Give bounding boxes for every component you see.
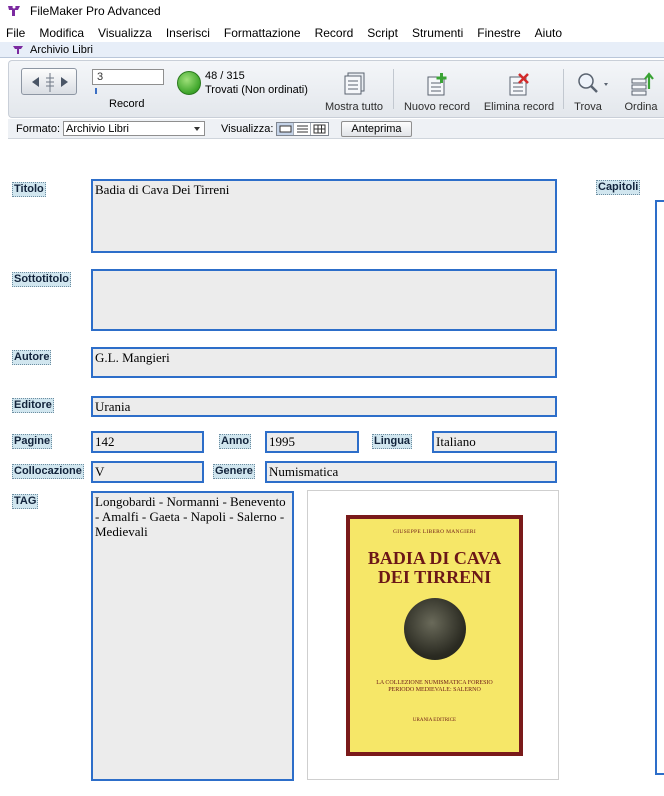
delete-record-icon bbox=[505, 71, 533, 97]
layout-dropdown-value: Archivio Libri bbox=[66, 122, 129, 135]
filemaker-app-icon bbox=[6, 3, 22, 19]
book-cover-image: GIUSEPPE LIBERO MANGIERI BADIA DI CAVA D… bbox=[346, 515, 523, 756]
current-record-input[interactable] bbox=[92, 69, 164, 85]
field-collocazione[interactable]: V bbox=[91, 461, 204, 483]
field-sottotitolo[interactable] bbox=[91, 269, 557, 331]
menu-script[interactable]: Script bbox=[360, 26, 405, 40]
list-view-icon bbox=[297, 125, 309, 132]
menu-modifica[interactable]: Modifica bbox=[32, 26, 91, 40]
menu-bar: File Modifica Visualizza Inserisci Forma… bbox=[0, 23, 664, 43]
sort-icon bbox=[627, 71, 655, 97]
show-all-button[interactable]: Mostra tutto bbox=[319, 65, 389, 115]
coin-image bbox=[403, 598, 466, 660]
find-button[interactable]: Trova bbox=[565, 65, 611, 115]
chevron-down-icon bbox=[194, 126, 201, 131]
show-all-icon bbox=[340, 71, 368, 97]
window-titlebar: Archivio Libri bbox=[0, 42, 664, 58]
menu-strumenti[interactable]: Strumenti bbox=[405, 26, 470, 40]
sort-button[interactable]: Ordina bbox=[617, 65, 664, 115]
field-pagine[interactable]: 142 bbox=[91, 431, 204, 453]
format-label: Formato: bbox=[16, 122, 61, 135]
find-label: Trova bbox=[574, 101, 602, 113]
new-record-button[interactable]: Nuovo record bbox=[399, 65, 475, 115]
found-status: Trovati (Non ordinati) bbox=[205, 84, 308, 96]
form-view-icon bbox=[279, 125, 292, 132]
show-all-label: Mostra tutto bbox=[324, 101, 384, 113]
found-count: 48 / 315 bbox=[205, 70, 245, 82]
app-title: FileMaker Pro Advanced bbox=[30, 4, 161, 18]
view-label: Visualizza: bbox=[221, 122, 274, 135]
field-tag[interactable]: Longobardi - Normanni - Benevento - Amal… bbox=[91, 491, 294, 781]
menu-formattazione[interactable]: Formattazione bbox=[217, 26, 308, 40]
cover-subtitle-line2: PERIODO MEDIEVALE: SALERNO bbox=[388, 687, 481, 693]
layout-bar: Formato: Archivio Libri Visualizza: Ante… bbox=[8, 119, 664, 139]
sort-label: Ordina bbox=[624, 101, 658, 113]
app-titlebar: FileMaker Pro Advanced bbox=[0, 0, 664, 22]
field-lingua[interactable]: Italiano bbox=[432, 431, 557, 453]
view-as-table-button[interactable] bbox=[311, 122, 329, 135]
field-autore[interactable]: G.L. Mangieri bbox=[91, 347, 557, 378]
label-sottotitolo: Sottotitolo bbox=[12, 272, 71, 287]
book-cover-inner: GIUSEPPE LIBERO MANGIERI BADIA DI CAVA D… bbox=[350, 519, 519, 752]
table-view-icon bbox=[313, 124, 326, 133]
toolbar-separator bbox=[563, 69, 564, 109]
view-as-list-button[interactable] bbox=[294, 122, 312, 135]
view-as-form-button[interactable] bbox=[277, 122, 295, 135]
label-tag: TAG bbox=[12, 494, 39, 509]
view-as-group bbox=[276, 121, 330, 136]
label-collocazione: Collocazione bbox=[12, 464, 84, 479]
new-record-icon bbox=[423, 71, 451, 97]
label-capitoli: Capitoli bbox=[596, 180, 641, 195]
menu-record[interactable]: Record bbox=[308, 26, 361, 40]
new-record-label: Nuovo record bbox=[403, 101, 471, 113]
label-autore: Autore bbox=[12, 350, 52, 365]
found-set-pie-icon bbox=[177, 71, 201, 95]
menu-aiuto[interactable]: Aiuto bbox=[528, 26, 569, 40]
layout-dropdown[interactable]: Archivio Libri bbox=[63, 121, 206, 136]
field-genere[interactable]: Numismatica bbox=[265, 461, 557, 483]
label-lingua: Lingua bbox=[372, 434, 413, 449]
delete-record-button[interactable]: Elimina record bbox=[479, 65, 559, 115]
menu-visualizza[interactable]: Visualizza bbox=[91, 26, 159, 40]
cover-title-line1: BADIA DI CAVA bbox=[367, 548, 502, 568]
cover-subtitle-line1: LA COLLEZIONE NUMISMATICA FORESIO bbox=[376, 680, 493, 686]
field-anno[interactable]: 1995 bbox=[265, 431, 359, 453]
delete-record-label: Elimina record bbox=[483, 101, 555, 113]
status-toolbar: Record 48 / 315 Trovati (Non ordinati) M… bbox=[8, 60, 664, 118]
capitoli-portal[interactable] bbox=[655, 200, 664, 775]
field-titolo[interactable]: Badia di Cava Dei Tirreni bbox=[91, 179, 557, 253]
label-anno: Anno bbox=[219, 434, 252, 449]
menu-finestre[interactable]: Finestre bbox=[470, 26, 527, 40]
menu-file[interactable]: File bbox=[0, 26, 32, 40]
menu-inserisci[interactable]: Inserisci bbox=[159, 26, 217, 40]
magnifier-icon bbox=[574, 71, 608, 97]
label-pagine: Pagine bbox=[12, 434, 53, 449]
book-icon bbox=[32, 73, 68, 92]
record-slider[interactable] bbox=[95, 88, 97, 94]
label-editore: Editore bbox=[12, 398, 54, 413]
cover-image-container[interactable]: GIUSEPPE LIBERO MANGIERI BADIA DI CAVA D… bbox=[307, 490, 559, 780]
record-label: Record bbox=[109, 98, 145, 110]
cover-author: GIUSEPPE LIBERO MANGIERI bbox=[393, 529, 476, 535]
record-book-navigator[interactable] bbox=[21, 68, 77, 95]
window-title: Archivio Libri bbox=[30, 43, 93, 56]
toolbar-separator bbox=[393, 69, 394, 109]
filemaker-window-icon bbox=[12, 44, 24, 56]
cover-publisher: URANIA EDITRICE bbox=[412, 718, 457, 723]
preview-button[interactable]: Anteprima bbox=[341, 120, 412, 137]
cover-title-line2: DEI TIRRENI bbox=[377, 567, 492, 587]
label-titolo: Titolo bbox=[12, 182, 46, 197]
record-form: Titolo Badia di Cava Dei Tirreni Sottoti… bbox=[0, 140, 664, 796]
field-editore[interactable]: Urania bbox=[91, 396, 557, 417]
label-genere: Genere bbox=[213, 464, 255, 479]
